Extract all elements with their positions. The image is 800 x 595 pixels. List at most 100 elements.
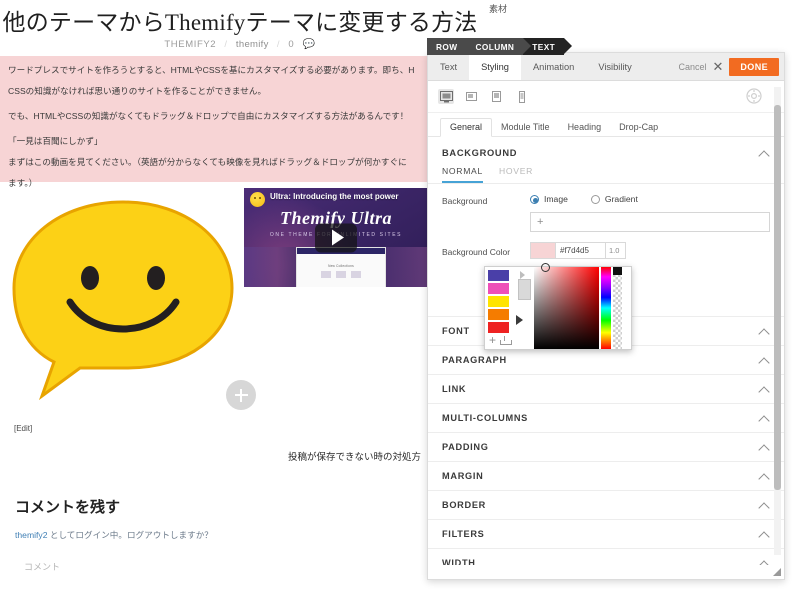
saturation-value-area[interactable] — [534, 263, 599, 349]
text-module-content[interactable]: ワードプレスでサイトを作ろうとすると、HTMLやCSSを基にカスタマイズする必要… — [0, 56, 428, 188]
background-image-input[interactable]: + — [530, 212, 770, 232]
scrollbar-thumb[interactable] — [774, 105, 781, 490]
page-title: 他のテーマからThemifyテーマに変更する方法 — [2, 10, 478, 35]
background-label: Background — [442, 196, 488, 206]
swatch-3[interactable] — [488, 296, 509, 307]
chevron-up-icon[interactable] — [759, 150, 770, 157]
post-author[interactable]: THEMIFY2 — [164, 39, 216, 50]
panel-actions: Cancel ✕ DONE — [678, 53, 784, 80]
radio-image[interactable] — [530, 194, 539, 204]
subtab-heading[interactable]: Heading — [559, 119, 611, 136]
laptop-icon[interactable] — [463, 89, 479, 104]
comment-textarea-placeholder[interactable]: コメント — [24, 560, 60, 573]
chevron-up-icon[interactable] — [759, 357, 770, 364]
comment-count[interactable]: 0 — [288, 39, 294, 50]
video-module[interactable]: New Collections Ultra: Introducing the m… — [244, 188, 428, 287]
background-section-title: BACKGROUND — [442, 148, 518, 158]
color-swatch-palette: + — [485, 267, 514, 349]
section-label: LINK — [442, 384, 467, 394]
section-label: MULTI-COLUMNS — [442, 413, 528, 423]
background-state-tabs: NORMAL HOVER — [428, 166, 784, 184]
subtab-general[interactable]: General — [440, 118, 493, 137]
video-card-caption: New Collections — [328, 264, 354, 268]
desktop-icon[interactable] — [438, 89, 454, 104]
section-label: BORDER — [442, 500, 487, 510]
swatch-2[interactable] — [488, 283, 509, 294]
radio-gradient[interactable] — [590, 194, 600, 204]
side-note: 投稿が保存できない時の対処方 — [288, 452, 422, 463]
logged-in-text: としてログイン中。ログアウトしますか？ — [47, 530, 213, 540]
section-label: FONT — [442, 326, 470, 336]
paragraph-line: 「一見は百聞にしかず」 — [8, 135, 103, 146]
paragraph-line: でも、HTMLやCSSの知識がなくてもドラッグ＆ドロップで自由にカスタマイズする… — [8, 110, 409, 121]
section-label: PARAGRAPH — [442, 355, 507, 365]
gear-icon[interactable] — [746, 88, 762, 104]
section-border[interactable]: BORDER — [428, 490, 784, 519]
module-options-panel: Text Styling Animation Visibility Cancel… — [427, 52, 785, 580]
plus-icon[interactable]: + — [537, 216, 543, 228]
panel-scrollbar[interactable] — [774, 87, 781, 555]
tab-text[interactable]: Text — [428, 53, 469, 80]
radio-gradient-label: Gradient — [604, 194, 638, 204]
save-icon[interactable] — [500, 335, 513, 345]
subtab-drop-cap[interactable]: Drop-Cap — [610, 119, 667, 136]
color-picker-popup[interactable]: + — [484, 263, 632, 350]
chevron-up-icon[interactable] — [759, 473, 770, 480]
logged-in-username[interactable]: themify2 — [15, 530, 47, 540]
panel-resize-grip[interactable] — [772, 567, 781, 576]
background-type-row: Background Image Gradient + — [428, 184, 784, 232]
color-preview-swatch[interactable] — [530, 242, 556, 259]
chevron-up-icon[interactable] — [759, 444, 770, 451]
breadcrumb: ROW COLUMN TEXT — [427, 38, 572, 55]
state-tab-hover[interactable]: HOVER — [499, 166, 533, 183]
logged-in-notice: themify2 としてログイン中。ログアウトしますか？ — [15, 529, 213, 541]
chevron-up-icon[interactable] — [759, 386, 770, 393]
tab-styling[interactable]: Styling — [469, 53, 521, 80]
post-meta: THEMIFY2 / themify / 0 💬 — [0, 39, 480, 50]
tab-visibility[interactable]: Visibility — [586, 53, 643, 80]
tablet-icon[interactable] — [488, 89, 504, 104]
breadcrumb-item-row[interactable]: ROW — [427, 38, 476, 55]
chevron-up-icon[interactable] — [759, 328, 770, 335]
video-title: Ultra: Introducing the most power — [270, 192, 399, 201]
paragraph-line: ワードプレスでサイトを作ろうとすると、HTMLやCSSを基にカスタマイズする必要… — [8, 65, 415, 75]
state-tab-normal[interactable]: NORMAL — [442, 166, 483, 183]
tab-animation[interactable]: Animation — [521, 53, 586, 80]
picker-slider-handle[interactable] — [518, 279, 531, 300]
play-icon[interactable] — [315, 223, 357, 252]
plus-circle-icon[interactable] — [226, 380, 256, 410]
edit-link[interactable]: [Edit] — [14, 424, 32, 433]
plus-icon[interactable]: + — [489, 334, 496, 346]
close-x-icon[interactable]: ✕ — [710, 60, 725, 73]
mobile-icon[interactable] — [513, 89, 529, 104]
section-multi-columns[interactable]: MULTI-COLUMNS — [428, 403, 784, 432]
color-hex-input[interactable]: #f7d4d5 — [556, 242, 606, 259]
section-filters[interactable]: FILTERS — [428, 519, 784, 548]
speech-bubble-icon: 💬 — [302, 39, 316, 50]
section-link[interactable]: LINK — [428, 374, 784, 403]
picker-cursor[interactable] — [541, 263, 550, 272]
subtab-module-title[interactable]: Module Title — [492, 119, 559, 136]
chevron-up-icon[interactable] — [759, 531, 770, 538]
panel-footer — [428, 565, 784, 579]
section-margin[interactable]: MARGIN — [428, 461, 784, 490]
hue-slider[interactable] — [601, 267, 611, 349]
breadcrumb-item-column[interactable]: COLUMN — [466, 38, 532, 55]
alpha-slider[interactable] — [613, 267, 622, 349]
background-color-label: Background Color — [442, 246, 511, 257]
post-category[interactable]: themify — [236, 39, 269, 50]
swatch-1[interactable] — [488, 270, 509, 281]
section-padding[interactable]: PADDING — [428, 432, 784, 461]
chevron-up-icon[interactable] — [759, 502, 770, 509]
swatch-4[interactable] — [488, 309, 509, 320]
color-alpha-input[interactable]: 1.0 — [606, 242, 626, 259]
done-button[interactable]: DONE — [729, 57, 779, 76]
swatch-5[interactable] — [488, 322, 509, 333]
section-label: FILTERS — [442, 529, 485, 539]
paragraph-line: CSSの知識がなければ思い通りのサイトを作ることができません。 — [8, 85, 267, 96]
cancel-button[interactable]: Cancel — [678, 62, 706, 72]
meta-separator-1: / — [224, 39, 228, 50]
chevron-up-icon[interactable] — [759, 415, 770, 422]
background-section-header[interactable]: BACKGROUND — [428, 137, 784, 164]
meta-separator-2: / — [276, 39, 281, 50]
